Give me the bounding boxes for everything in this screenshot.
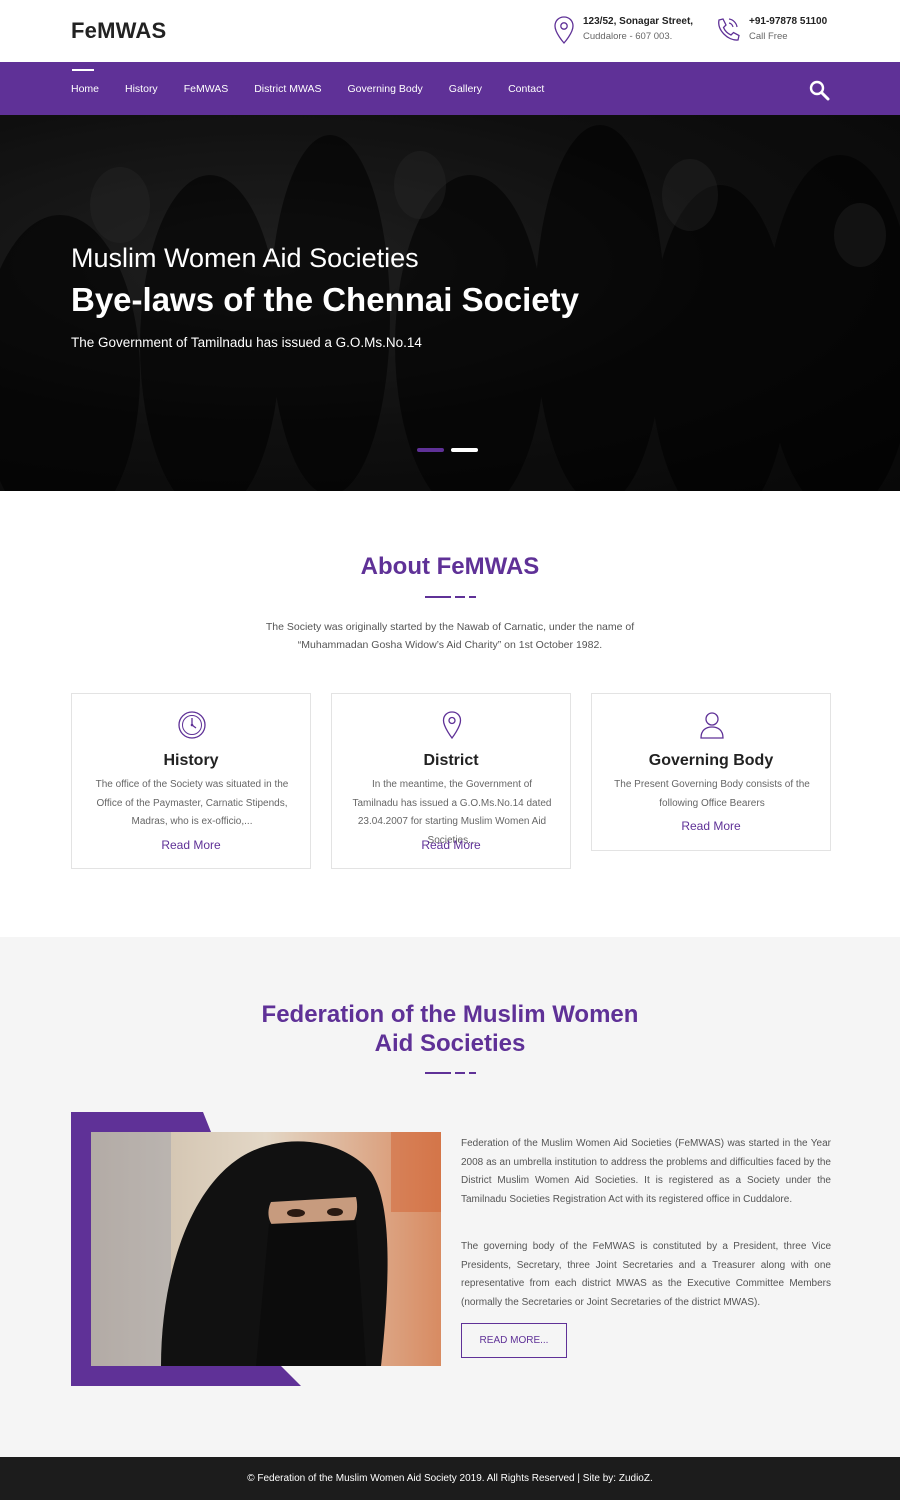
card-history: History The office of the Society was si… bbox=[71, 693, 311, 869]
nav-item-district-mwas[interactable]: District MWAS bbox=[254, 83, 321, 95]
federation-title-line2: Aid Societies bbox=[374, 1030, 526, 1057]
federation-title-underline bbox=[425, 1072, 477, 1074]
site-logo[interactable]: FeMWAS bbox=[71, 18, 166, 44]
card-governing-body: Governing Body The Present Governing Bod… bbox=[591, 693, 831, 851]
hero-slider: Muslim Women Aid Societies Bye-laws of t… bbox=[0, 115, 900, 491]
address-line1: 123/52, Sonagar Street, bbox=[583, 16, 694, 27]
footer: © Federation of the Muslim Women Aid Soc… bbox=[0, 1457, 900, 1500]
card-title: District bbox=[423, 752, 479, 769]
nav-item-history[interactable]: History bbox=[125, 83, 158, 95]
card-title: Governing Body bbox=[648, 752, 774, 769]
address-block: 123/52, Sonagar Street, Cuddalore - 607 … bbox=[553, 15, 693, 45]
slider-dot-1[interactable] bbox=[417, 448, 444, 452]
phone-label: Call Free bbox=[749, 31, 788, 42]
about-text-line1: The Society was originally started by th… bbox=[265, 621, 635, 633]
federation-title-line1: Federation of the Muslim Women bbox=[261, 1001, 639, 1028]
phone-block: +91-97878 51100 Call Free bbox=[713, 15, 827, 45]
nav-item-governing-body[interactable]: Governing Body bbox=[348, 83, 423, 95]
federation-paragraph-1: Federation of the Muslim Women Aid Socie… bbox=[461, 1138, 831, 1205]
address-line2: Cuddalore - 607 003. bbox=[583, 31, 673, 42]
about-title-underline bbox=[425, 596, 477, 598]
card-title: History bbox=[163, 752, 219, 769]
clock-icon bbox=[178, 711, 206, 739]
about-title: About FeMWAS bbox=[360, 553, 540, 580]
slider-dot-2[interactable] bbox=[451, 448, 478, 452]
main-nav: Home History FeMWAS District MWAS Govern… bbox=[0, 62, 900, 115]
slider-dots bbox=[417, 448, 485, 452]
nav-item-home[interactable]: Home bbox=[71, 68, 99, 95]
federation-title: Federation of the Muslim Women Aid Socie… bbox=[0, 1000, 900, 1058]
card-text: The office of the Society was situated i… bbox=[95, 779, 289, 827]
map-pin-icon bbox=[442, 711, 462, 740]
card-district: District In the meantime, the Government… bbox=[331, 693, 571, 869]
map-pin-icon bbox=[554, 16, 574, 44]
user-icon bbox=[700, 712, 724, 739]
about-text-line2: “Muhammadan Gosha Widow’s Aid Charity” o… bbox=[297, 639, 603, 651]
federation-paragraph-2: The governing body of the FeMWAS is cons… bbox=[461, 1241, 831, 1308]
phone-icon bbox=[718, 18, 740, 41]
hero-title: Bye-laws of the Chennai Society bbox=[71, 281, 579, 318]
read-more-link[interactable]: Read More bbox=[72, 838, 310, 852]
nav-item-femwas[interactable]: FeMWAS bbox=[184, 83, 229, 95]
nav-item-gallery[interactable]: Gallery bbox=[449, 83, 482, 95]
footer-copyright: © Federation of the Muslim Women Aid Soc… bbox=[247, 1473, 653, 1484]
read-more-link[interactable]: Read More bbox=[332, 838, 570, 852]
read-more-link[interactable]: Read More bbox=[592, 819, 830, 833]
card-text: The Present Governing Body consists of t… bbox=[614, 779, 810, 809]
top-header: FeMWAS 123/52, Sonagar Street, Cuddalore… bbox=[0, 0, 900, 62]
hero-text: The Government of Tamilnadu has issued a… bbox=[71, 335, 422, 350]
phone-number[interactable]: +91-97878 51100 bbox=[749, 15, 827, 29]
nav-item-contact[interactable]: Contact bbox=[508, 83, 544, 95]
read-more-button[interactable]: READ MORE... bbox=[461, 1323, 567, 1358]
search-icon[interactable] bbox=[808, 79, 830, 101]
woman-in-niqab-photo bbox=[91, 1132, 441, 1366]
about-text: The Society was originally started by th… bbox=[0, 618, 900, 654]
hero-subtitle: Muslim Women Aid Societies bbox=[71, 243, 419, 273]
